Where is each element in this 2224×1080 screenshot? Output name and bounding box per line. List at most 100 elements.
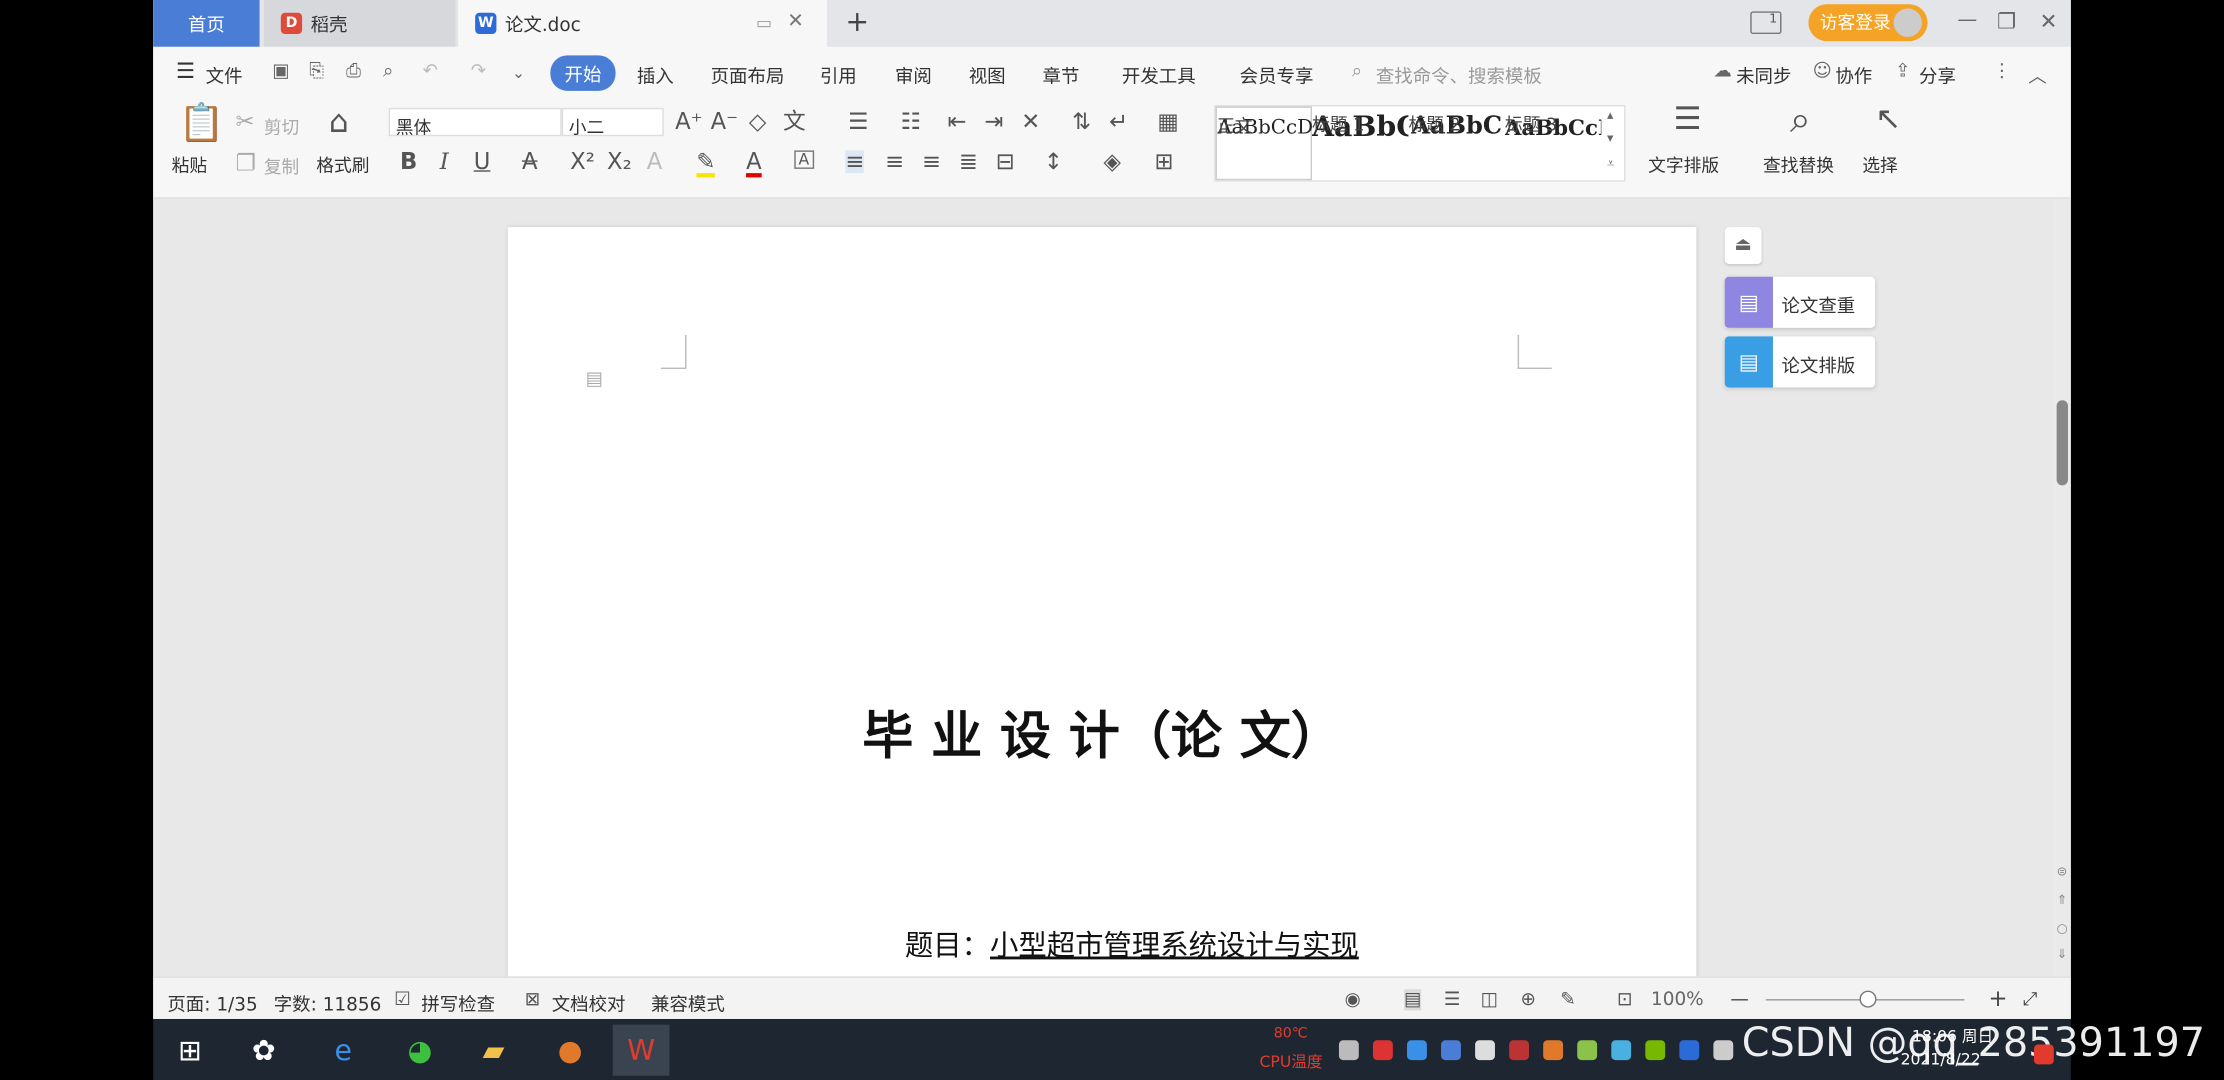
text-layout-icon[interactable]: ☰ xyxy=(1674,104,1702,136)
new-tab-button[interactable]: + xyxy=(845,4,869,38)
redo-icon[interactable]: ↷ xyxy=(471,61,486,82)
collapse-ribbon-icon[interactable]: ︿ xyxy=(2028,61,2046,88)
distribute-icon[interactable]: ⊟ xyxy=(996,150,1015,173)
italic-icon[interactable]: I xyxy=(440,150,449,173)
unsynced-button[interactable]: 未同步 xyxy=(1736,61,1791,88)
tray-network-icon[interactable] xyxy=(1407,1040,1427,1061)
fit-page-icon[interactable]: ⊡ xyxy=(1617,989,1632,1010)
360-browser-icon[interactable]: ◕ xyxy=(391,1025,448,1076)
undo-icon[interactable]: ↶ xyxy=(423,61,438,82)
guest-login-button[interactable]: 访客登录 xyxy=(1808,4,1928,42)
eye-protection-icon[interactable]: ◉ xyxy=(1345,989,1361,1010)
find-replace-icon[interactable]: ⌕ xyxy=(1790,102,1811,139)
browser-icon[interactable]: ✿ xyxy=(235,1025,292,1076)
justify-icon[interactable]: ≣ xyxy=(959,150,978,173)
paste-button[interactable]: 粘贴 xyxy=(172,150,207,177)
style-heading3[interactable]: AaBbCcI 标题 3 xyxy=(1505,106,1601,180)
sort-icon[interactable]: ⇅ xyxy=(1072,110,1091,134)
save-icon[interactable]: ▣ xyxy=(272,61,289,82)
page-view-icon[interactable]: ▤ xyxy=(1404,989,1422,1011)
line-spacing-icon[interactable]: ↕ xyxy=(1044,150,1063,173)
style-normal[interactable]: AaBbCcD 正文 xyxy=(1215,106,1313,181)
find-replace-button[interactable]: 查找替换 xyxy=(1763,150,1834,177)
shrink-font-icon[interactable]: A⁻ xyxy=(711,110,739,134)
clear-format-icon[interactable]: ◇ xyxy=(749,110,766,134)
fullscreen-icon[interactable]: ⤢ xyxy=(2023,989,2038,1010)
tray-battery-icon[interactable] xyxy=(1713,1040,1734,1061)
scroll-up-icon[interactable]: ⊜ xyxy=(2057,866,2068,880)
web-view-icon[interactable]: ⊕ xyxy=(1520,989,1535,1010)
style-heading1[interactable]: AaBbC 标题 1 xyxy=(1312,106,1408,180)
bullet-list-icon[interactable]: ☰ xyxy=(848,110,868,134)
menu-member[interactable]: 会员专享 xyxy=(1240,61,1314,88)
close-tab-icon[interactable]: ✕ xyxy=(787,10,804,33)
paragraph-menu-icon[interactable]: ▤ xyxy=(586,369,603,390)
menu-chapter[interactable]: 章节 xyxy=(1043,61,1080,88)
chinese-layout-icon[interactable]: ✕ xyxy=(1021,110,1040,134)
grow-font-icon[interactable]: A⁺ xyxy=(675,110,703,134)
select-browse-icon[interactable]: ○ xyxy=(2057,922,2068,936)
tray-shield-icon[interactable] xyxy=(1441,1040,1461,1061)
quick-access-more-icon[interactable]: ⌄ xyxy=(512,64,525,82)
show-marks-icon[interactable]: ↵ xyxy=(1109,110,1128,134)
word-count[interactable]: 字数: 11856 xyxy=(274,989,382,1016)
side-panel-collapse-icon[interactable]: ⏏ xyxy=(1724,227,1762,264)
ie-icon[interactable]: e xyxy=(315,1025,372,1076)
tab-document[interactable]: W 论文.doc ▭ ✕ xyxy=(458,0,827,47)
tray-nvidia-icon[interactable] xyxy=(1645,1040,1666,1061)
zoom-out-icon[interactable]: — xyxy=(1730,989,1748,1010)
close-window-button[interactable]: ✕ xyxy=(2040,9,2058,35)
styles-scroll-up-icon[interactable]: ▴ xyxy=(1607,109,1613,123)
command-search-input[interactable]: 查找命令、搜索模板 xyxy=(1376,61,1542,88)
notification-icon[interactable] xyxy=(2033,1044,2054,1065)
file-explorer-icon[interactable]: ▰ xyxy=(465,1025,522,1076)
paste-icon[interactable]: 📋 xyxy=(179,105,225,142)
prev-page-icon[interactable]: ⇑ xyxy=(2057,894,2068,908)
reading-view-icon[interactable]: ◫ xyxy=(1481,989,1498,1010)
font-size-select[interactable]: 小二 xyxy=(561,107,664,138)
font-name-select[interactable]: 黑体 xyxy=(388,107,562,138)
pin-tab-icon[interactable]: ▭ xyxy=(756,13,772,33)
char-border-icon[interactable]: A xyxy=(794,150,814,169)
strikethrough-icon[interactable]: A xyxy=(522,150,538,173)
numbered-list-icon[interactable]: ☷ xyxy=(901,110,921,134)
highlight-icon[interactable]: ✎ xyxy=(696,150,716,178)
restore-button[interactable]: ❐ xyxy=(1997,9,2016,35)
select-cursor-icon[interactable]: ↖ xyxy=(1875,104,1901,136)
align-left-icon[interactable]: ≡ xyxy=(845,150,865,174)
wps-taskbar-icon[interactable]: W xyxy=(612,1024,670,1076)
spell-check-button[interactable]: 拼写检查 xyxy=(421,989,495,1016)
paper-layout-button[interactable]: ▤ 论文排版 xyxy=(1724,336,1876,388)
align-right-icon[interactable]: ≡ xyxy=(922,150,941,173)
scrollbar-thumb[interactable] xyxy=(2056,400,2068,486)
menu-references[interactable]: 引用 xyxy=(820,61,857,88)
write-view-icon[interactable]: ✎ xyxy=(1560,989,1575,1010)
minimize-button[interactable]: — xyxy=(1957,9,1977,32)
copy-button[interactable]: 复制 xyxy=(264,152,299,179)
subscript-icon[interactable]: X₂ xyxy=(607,150,632,173)
pinyin-icon[interactable]: 文 xyxy=(783,110,806,134)
proofread-button[interactable]: 文档校对 xyxy=(552,989,626,1016)
decrease-indent-icon[interactable]: ⇤ xyxy=(947,110,966,134)
next-page-icon[interactable]: ⇓ xyxy=(2057,948,2068,962)
menu-insert[interactable]: 插入 xyxy=(637,61,674,88)
text-effect-icon[interactable]: A xyxy=(647,150,663,173)
text-layout-button[interactable]: 文字排版 xyxy=(1648,150,1719,177)
tray-app-icon[interactable] xyxy=(1372,1040,1393,1061)
vertical-scrollbar[interactable]: ⊜ ⇑ ○ ⇓ xyxy=(2053,198,2071,977)
print-preview-icon[interactable]: ⌕ xyxy=(383,61,393,82)
shading-icon[interactable]: ◈ xyxy=(1103,150,1120,173)
underline-icon[interactable]: U xyxy=(474,150,491,173)
collaborate-button[interactable]: 协作 xyxy=(1835,61,1872,88)
menu-page-layout[interactable]: 页面布局 xyxy=(711,61,785,88)
tray-bell-icon[interactable] xyxy=(1475,1040,1495,1061)
borders-icon[interactable]: ⊞ xyxy=(1155,150,1174,173)
align-center-icon[interactable]: ≡ xyxy=(885,150,904,173)
menu-review[interactable]: 审阅 xyxy=(895,61,932,88)
zoom-slider-handle[interactable] xyxy=(1859,990,1877,1008)
style-heading2[interactable]: AaBbC 标题 2 xyxy=(1408,106,1504,180)
select-button[interactable]: 选择 xyxy=(1862,150,1897,177)
window-layout-icon[interactable]: 1 xyxy=(1750,11,1782,35)
share-button[interactable]: 分享 xyxy=(1919,61,1956,88)
outline-view-icon[interactable]: ☰ xyxy=(1444,989,1461,1010)
